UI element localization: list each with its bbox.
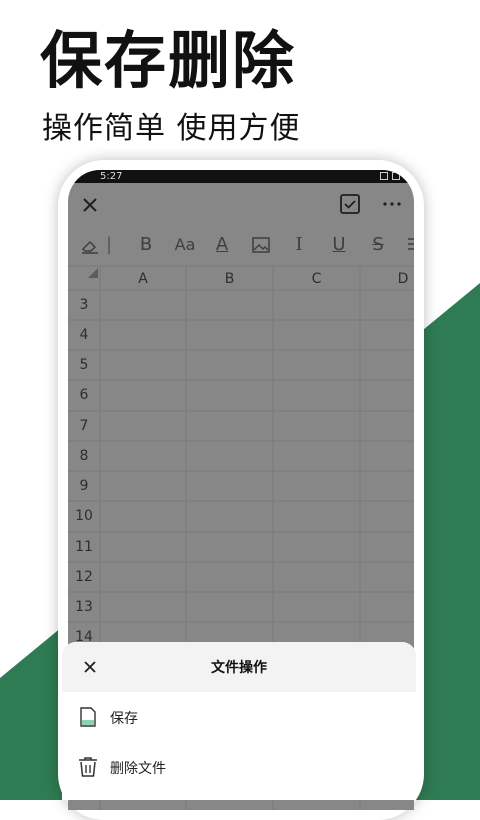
- row-header-6[interactable]: 6: [68, 387, 100, 403]
- promo-subtitle: 操作简单 使用方便: [42, 111, 301, 146]
- row-header-9[interactable]: 9: [68, 478, 100, 494]
- delete-file-label: 删除文件: [110, 761, 166, 777]
- row-header-13[interactable]: 13: [68, 599, 100, 615]
- sheet-title: 文件操作: [211, 660, 267, 676]
- save-label: 保存: [110, 711, 138, 727]
- row-header-8[interactable]: 8: [68, 448, 100, 464]
- row-header-11[interactable]: 11: [68, 539, 100, 555]
- column-header-b[interactable]: B: [186, 266, 273, 292]
- save-button[interactable]: 保存: [76, 702, 396, 732]
- column-header-d[interactable]: D: [360, 266, 414, 292]
- sheet-header: 文件操作: [62, 642, 416, 692]
- column-header-c[interactable]: C: [273, 266, 360, 292]
- delete-file-button[interactable]: 删除文件: [76, 752, 396, 782]
- row-header-3[interactable]: 3: [68, 297, 100, 313]
- trash-icon: [79, 757, 97, 777]
- file-actions-sheet: 文件操作 保存 删除文件: [62, 642, 416, 800]
- row-header-5[interactable]: 5: [68, 357, 100, 373]
- row-header-7[interactable]: 7: [68, 418, 100, 434]
- row-header-12[interactable]: 12: [68, 569, 100, 585]
- file-save-icon: [80, 707, 96, 727]
- column-header-a[interactable]: A: [100, 266, 186, 292]
- row-header-4[interactable]: 4: [68, 327, 100, 343]
- promo-title: 保存删除: [40, 24, 297, 97]
- row-header-10[interactable]: 10: [68, 508, 100, 524]
